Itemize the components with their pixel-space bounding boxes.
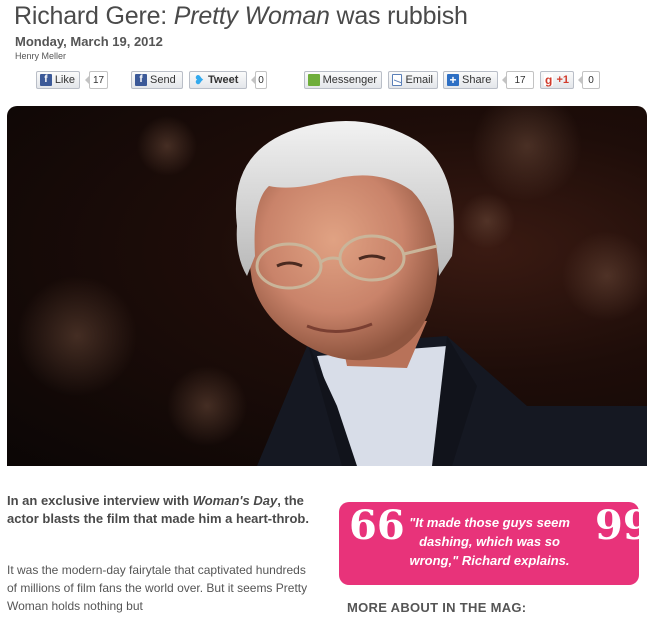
share-label: Share [462, 74, 492, 86]
google-plus-button[interactable]: g +1 [540, 71, 574, 89]
tweet-count: 0 [251, 71, 267, 89]
article-paragraph: It was the modern-day fairytale that cap… [7, 563, 308, 613]
portrait-illustration [17, 106, 647, 466]
email-button[interactable]: Email [388, 71, 438, 89]
gplus-count: 0 [578, 71, 600, 89]
google-plus-icon: g [544, 73, 554, 87]
messenger-icon [308, 74, 320, 86]
email-label: Email [405, 74, 433, 86]
tweet-label: Tweet [208, 74, 239, 86]
title-suffix: was rubbish [329, 2, 468, 30]
share-button[interactable]: + Share [443, 71, 498, 89]
title-italic: Pretty Woman [173, 2, 330, 30]
pull-quote: 66 "It made those guys seem dashing, whi… [339, 502, 651, 585]
magazine-name: Woman's Day [192, 493, 278, 508]
article-title: Richard Gere: Pretty Woman was rubbish [14, 2, 468, 31]
send-label: Send [150, 74, 176, 86]
share-count: 17 [502, 71, 534, 89]
facebook-send-button[interactable]: f Send [131, 71, 183, 89]
pull-quote-text: "It made those guys seem dashing, which … [409, 515, 570, 568]
messenger-label: Messenger [322, 74, 377, 86]
more-about-heading: MORE ABOUT IN THE MAG: [347, 600, 527, 615]
tweet-button[interactable]: ❥ Tweet [189, 71, 247, 89]
article-author[interactable]: Henry Meller [15, 51, 66, 61]
twitter-icon: ❥ [193, 73, 205, 87]
email-icon [392, 74, 403, 86]
facebook-like-button[interactable]: f Like [36, 71, 80, 89]
share-bar: f Like 17 f Send ❥ Tweet 0 Messenger Ema… [36, 71, 636, 91]
share-plus-icon: + [447, 74, 459, 86]
article-date: Monday, March 19, 2012 [15, 34, 163, 49]
article-intro: In an exclusive interview with Woman's D… [7, 492, 325, 528]
like-count: 17 [85, 71, 108, 89]
like-label: Like [54, 74, 75, 86]
messenger-button[interactable]: Messenger [304, 71, 382, 89]
facebook-icon: f [40, 74, 52, 86]
intro-prefix: In an exclusive interview with [7, 493, 193, 508]
facebook-icon: f [135, 74, 147, 86]
close-quote-icon: 99 [595, 502, 651, 549]
hero-photo [7, 106, 647, 466]
title-prefix: Richard Gere: [14, 2, 174, 30]
gplus-label: +1 [556, 74, 569, 86]
